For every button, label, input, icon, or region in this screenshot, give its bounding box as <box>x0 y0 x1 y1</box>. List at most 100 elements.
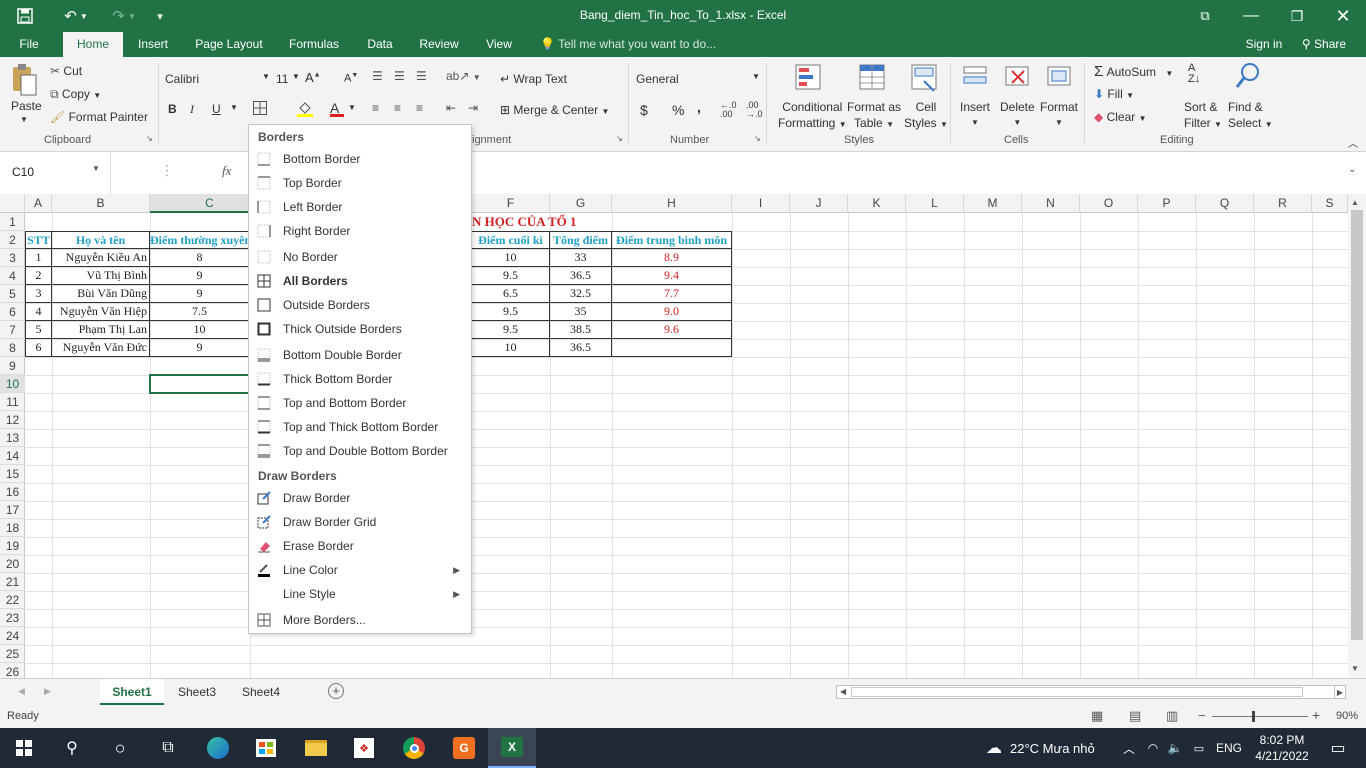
column-header[interactable]: J <box>790 194 848 213</box>
row-header[interactable]: 21 <box>0 573 25 591</box>
cell-regular[interactable]: 9 <box>150 267 250 285</box>
header-regular-score[interactable]: Điểm thường xuyên <box>150 231 250 249</box>
find-select-button[interactable]: Find & Select ▼ <box>1228 99 1273 133</box>
excel-taskbar-icon[interactable]: X <box>488 728 536 768</box>
page-layout-view-icon[interactable]: ▤ <box>1129 708 1141 724</box>
share-button[interactable]: ⚲ Share <box>1294 32 1354 57</box>
border-option-bottom-border[interactable]: Bottom Border <box>250 148 470 170</box>
row-header[interactable]: 6 <box>0 303 25 321</box>
row-header[interactable]: 16 <box>0 483 25 501</box>
horizontal-scrollbar[interactable]: ◀ <box>836 685 1346 699</box>
scroll-down-icon[interactable]: ▼ <box>1351 664 1359 673</box>
format-cells-icon[interactable] <box>1046 63 1074 94</box>
column-header[interactable]: A <box>25 194 52 213</box>
align-bottom-icon[interactable]: ☰ <box>416 69 427 83</box>
border-option-thick-bottom-border[interactable]: Thick Bottom Border <box>250 368 470 390</box>
cell-average[interactable]: 9.6 <box>612 321 732 339</box>
row-header[interactable]: 18 <box>0 519 25 537</box>
column-header[interactable]: O <box>1080 194 1138 213</box>
font-size-box[interactable]: 11 <box>276 72 288 86</box>
cell-styles-button[interactable]: Cell Styles ▼ <box>904 99 948 133</box>
tab-page-layout[interactable]: Page Layout <box>190 32 268 57</box>
wifi-icon[interactable]: ◠ <box>1142 728 1164 768</box>
store-icon[interactable] <box>242 728 290 768</box>
cell-average[interactable]: 8.9 <box>612 249 732 267</box>
delete-cells-icon[interactable] <box>1004 63 1032 94</box>
cell-name[interactable]: Phạm Thị Lan <box>52 321 150 339</box>
draw-option-line-style[interactable]: Line Style ▶ <box>250 583 470 605</box>
select-all-corner[interactable] <box>0 194 25 213</box>
paste-dropdown-icon[interactable]: ▼ <box>20 115 28 124</box>
shrink-font-icon[interactable]: A▼ <box>344 72 358 85</box>
cell-styles-icon[interactable] <box>910 63 940 96</box>
row-header[interactable]: 9 <box>0 357 25 375</box>
cell-total[interactable]: 36.5 <box>550 339 612 357</box>
cell-final[interactable]: 9.5 <box>472 303 550 321</box>
cortana-icon[interactable]: ○ <box>96 728 144 768</box>
add-sheet-icon[interactable]: + <box>328 683 344 699</box>
draw-option-draw-border[interactable]: Draw Border <box>250 487 470 509</box>
worksheet-grid[interactable]: A B C F G H I J K L M N O P Q R S 1 2 3 … <box>0 194 1348 678</box>
row-header[interactable]: 7 <box>0 321 25 339</box>
column-header[interactable]: M <box>964 194 1022 213</box>
column-header[interactable]: L <box>906 194 964 213</box>
file-explorer-icon[interactable] <box>292 728 340 768</box>
row-header[interactable]: 5 <box>0 285 25 303</box>
autosum-button[interactable]: Σ AutoSum ▼ <box>1094 63 1173 80</box>
volume-icon[interactable]: 🔈 <box>1164 728 1186 768</box>
border-option-top-and-thick-bottom-border[interactable]: Top and Thick Bottom Border <box>250 416 470 438</box>
sheet-tab-sheet1[interactable]: Sheet1 <box>100 679 164 705</box>
cell-stt[interactable]: 4 <box>25 303 52 321</box>
sort-filter-button[interactable]: Sort & Filter ▼ <box>1184 99 1222 133</box>
cell-average[interactable]: 9.0 <box>612 303 732 321</box>
header-total-score[interactable]: Tổng điểm <box>550 231 612 249</box>
cell-final[interactable]: 6.5 <box>472 285 550 303</box>
underline-button[interactable]: U <box>212 102 221 116</box>
font-color-icon[interactable]: A <box>330 100 344 117</box>
zoom-out-button[interactable]: − <box>1198 708 1206 723</box>
cell-name[interactable]: Bùi Văn Dũng <box>52 285 150 303</box>
row-header[interactable]: 15 <box>0 465 25 483</box>
border-option-top-border[interactable]: Top Border <box>250 172 470 194</box>
scroll-right-icon[interactable]: ▶ <box>1334 685 1346 699</box>
weather-icon[interactable]: ☁ <box>980 728 1008 768</box>
italic-button[interactable]: I <box>190 102 194 117</box>
cell-name[interactable]: Nguyễn Kiều An <box>52 249 150 267</box>
row-header[interactable]: 24 <box>0 627 25 645</box>
copy-button[interactable]: ⧉ Copy ▼ <box>50 87 101 102</box>
row-header[interactable]: 8 <box>0 339 25 357</box>
row-header[interactable]: 14 <box>0 447 25 465</box>
sheet-title[interactable]: N HỌC CỦA TỔ 1 <box>472 213 672 231</box>
cell-final[interactable]: 10 <box>472 339 550 357</box>
borders-button[interactable] <box>252 100 268 119</box>
conditional-formatting-icon[interactable] <box>794 63 824 96</box>
header-average-score[interactable]: Điểm trung bình môn <box>612 231 732 249</box>
delete-cells-button[interactable]: Delete ▼ <box>1000 99 1035 131</box>
column-header[interactable]: N <box>1022 194 1080 213</box>
cell-stt[interactable]: 2 <box>25 267 52 285</box>
wrap-text-button[interactable]: ↵ Wrap Text <box>500 72 567 86</box>
paste-icon[interactable] <box>10 63 38 100</box>
row-header[interactable]: 17 <box>0 501 25 519</box>
column-header[interactable]: B <box>52 194 150 213</box>
conditional-formatting-button[interactable]: Conditional Formatting ▼ <box>778 99 847 133</box>
row-header[interactable]: 3 <box>0 249 25 267</box>
cell-average[interactable]: 9.4 <box>612 267 732 285</box>
format-as-table-button[interactable]: Format as Table ▼ <box>847 99 901 133</box>
next-sheet-icon[interactable]: ▶ <box>44 686 51 697</box>
border-option-bottom-double-border[interactable]: Bottom Double Border <box>250 344 470 366</box>
cell-total[interactable]: 36.5 <box>550 267 612 285</box>
number-format-box[interactable]: General <box>636 72 746 86</box>
fill-button[interactable]: ⬇ Fill ▼ <box>1094 87 1134 101</box>
align-left-icon[interactable]: ≡ <box>372 101 379 115</box>
row-header[interactable]: 1 <box>0 213 25 231</box>
tell-me-box[interactable]: 💡 Tell me what you want to do... <box>540 32 716 57</box>
border-option-all-borders[interactable]: All Borders <box>250 270 470 292</box>
border-option-top-and-double-bottom-border[interactable]: Top and Double Bottom Border <box>250 440 470 462</box>
insert-cells-icon[interactable] <box>962 63 990 94</box>
prev-sheet-icon[interactable]: ◀ <box>18 686 25 697</box>
header-name[interactable]: Họ và tên <box>52 231 150 249</box>
clear-button[interactable]: ◆ Clear ▼ <box>1094 110 1147 124</box>
tray-overflow-icon[interactable]: ︿ <box>1118 728 1140 768</box>
font-color-dropdown-icon[interactable]: ▼ <box>348 103 356 112</box>
